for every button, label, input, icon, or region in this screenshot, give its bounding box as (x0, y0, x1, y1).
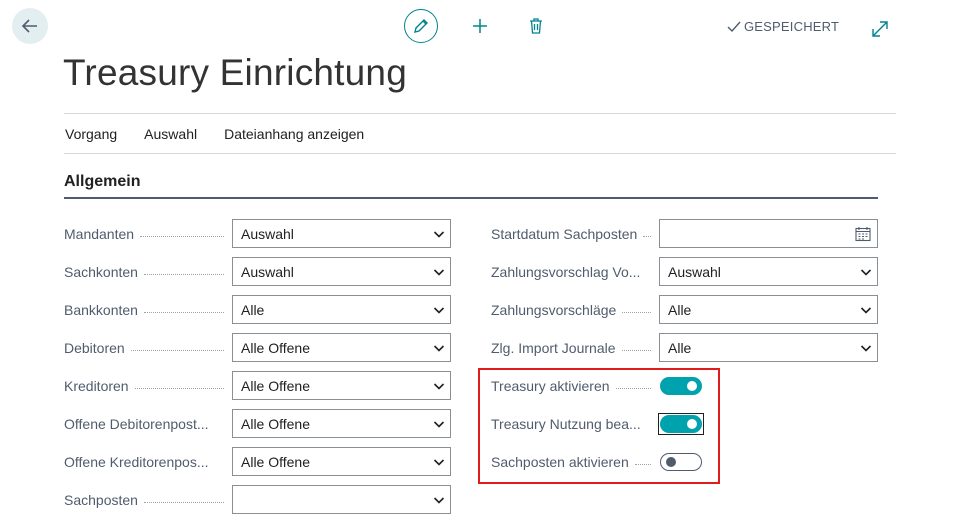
select-kreditoren[interactable]: Alle Offene (232, 371, 451, 400)
select-value: Alle Offene (241, 339, 311, 356)
select-value: Alle (668, 339, 692, 356)
chevron-down-icon (860, 269, 872, 276)
action-auswahl[interactable]: Auswahl (144, 126, 197, 142)
select-sachkonten[interactable]: Auswahl (232, 257, 451, 286)
dot-leader (622, 311, 651, 313)
select-debitoren[interactable]: Alle Offene (232, 333, 451, 362)
action-dateianhang[interactable]: Dateianhang anzeigen (224, 126, 364, 142)
field-label: Zahlungsvorschlag Vo... (491, 264, 641, 280)
chevron-down-icon (860, 345, 872, 352)
select-value: Alle (241, 301, 265, 318)
field-label: Bankkonten (64, 302, 138, 318)
select-value: Auswahl (241, 263, 294, 280)
chevron-down-icon (433, 383, 445, 390)
field-label: Sachposten (64, 492, 138, 508)
select-value: Auswahl (668, 263, 721, 280)
field-offene-debitorenposten: Offene Debitorenpost... (64, 410, 230, 438)
new-button[interactable] (463, 9, 497, 43)
field-label: Offene Kreditorenpos... (64, 454, 209, 470)
select-zahlungsvorschlag-vorlage[interactable]: Auswahl (659, 257, 878, 286)
chevron-down-icon (433, 269, 445, 276)
expand-icon (872, 21, 888, 37)
section-title: Allgemein (64, 173, 141, 190)
dot-leader (134, 387, 224, 389)
back-arrow-icon (21, 19, 37, 33)
pencil-icon (414, 19, 428, 33)
dot-leader (143, 501, 224, 503)
calendar-icon[interactable] (855, 226, 871, 242)
select-value: Alle (668, 301, 692, 318)
field-label: Zahlungsvorschläge (491, 302, 617, 318)
select-mandanten[interactable]: Auswahl (232, 219, 451, 248)
select-value: Auswahl (241, 225, 294, 242)
action-vorgang[interactable]: Vorgang (65, 126, 117, 142)
date-input-startdatum[interactable] (659, 219, 878, 248)
field-label: Startdatum Sachposten (491, 226, 638, 242)
field-zlg-import-journale: Zlg. Import Journale (491, 334, 657, 362)
trash-icon (530, 18, 542, 34)
field-sachposten: Sachposten (64, 486, 230, 514)
field-zahlungsvorschlaege: Zahlungsvorschläge (491, 296, 657, 324)
chevron-down-icon (860, 307, 872, 314)
field-debitoren: Debitoren (64, 334, 230, 362)
checkmark-icon (727, 21, 741, 32)
chevron-down-icon (433, 231, 445, 238)
field-mandanten: Mandanten (64, 220, 230, 248)
field-offene-kreditorenposten: Offene Kreditorenpos... (64, 448, 230, 476)
expand-button[interactable] (869, 18, 891, 40)
highlight-box (478, 368, 720, 484)
edit-button[interactable] (404, 9, 438, 43)
page-title: Treasury Einrichtung (63, 52, 407, 93)
select-sachposten[interactable] (232, 485, 451, 514)
field-kreditoren: Kreditoren (64, 372, 230, 400)
field-label: Zlg. Import Journale (491, 340, 616, 356)
dot-leader (130, 349, 224, 351)
chevron-down-icon (433, 307, 445, 314)
select-offene-kreditorenposten[interactable]: Alle Offene (232, 447, 451, 476)
field-bankkonten: Bankkonten (64, 296, 230, 324)
field-startdatum-sachposten: Startdatum Sachposten (491, 220, 657, 248)
chevron-down-icon (433, 345, 445, 352)
select-zlg-import-journale[interactable]: Alle (659, 333, 878, 362)
select-value: Alle Offene (241, 415, 311, 432)
plus-icon (473, 19, 487, 33)
select-offene-debitorenposten[interactable]: Alle Offene (232, 409, 451, 438)
field-label: Kreditoren (64, 378, 129, 394)
field-label: Mandanten (64, 226, 135, 242)
section-header-allgemein[interactable]: Allgemein (64, 173, 878, 199)
dot-leader (643, 235, 651, 237)
field-label: Sachkonten (64, 264, 138, 280)
save-status-label: GESPEICHERT (744, 19, 840, 34)
field-label: Offene Debitorenpost... (64, 416, 209, 432)
chevron-down-icon (433, 459, 445, 466)
save-status: GESPEICHERT (727, 19, 839, 34)
select-zahlungsvorschlaege[interactable]: Alle (659, 295, 878, 324)
page-toolbar (404, 9, 553, 43)
chevron-down-icon (433, 497, 445, 504)
select-value: Alle Offene (241, 377, 311, 394)
delete-button[interactable] (519, 9, 553, 43)
action-bar: Vorgang Auswahl Dateianhang anzeigen (64, 113, 896, 154)
back-button[interactable] (12, 8, 48, 44)
select-value: Alle Offene (241, 453, 311, 470)
dot-leader (621, 349, 651, 351)
field-zahlungsvorschlag-vorlage: Zahlungsvorschlag Vo... (491, 258, 657, 286)
field-sachkonten: Sachkonten (64, 258, 230, 286)
dot-leader (140, 235, 224, 237)
chevron-down-icon (433, 421, 445, 428)
dot-leader (143, 311, 224, 313)
dot-leader (143, 273, 224, 275)
field-label: Debitoren (64, 340, 125, 356)
select-bankkonten[interactable]: Alle (232, 295, 451, 324)
